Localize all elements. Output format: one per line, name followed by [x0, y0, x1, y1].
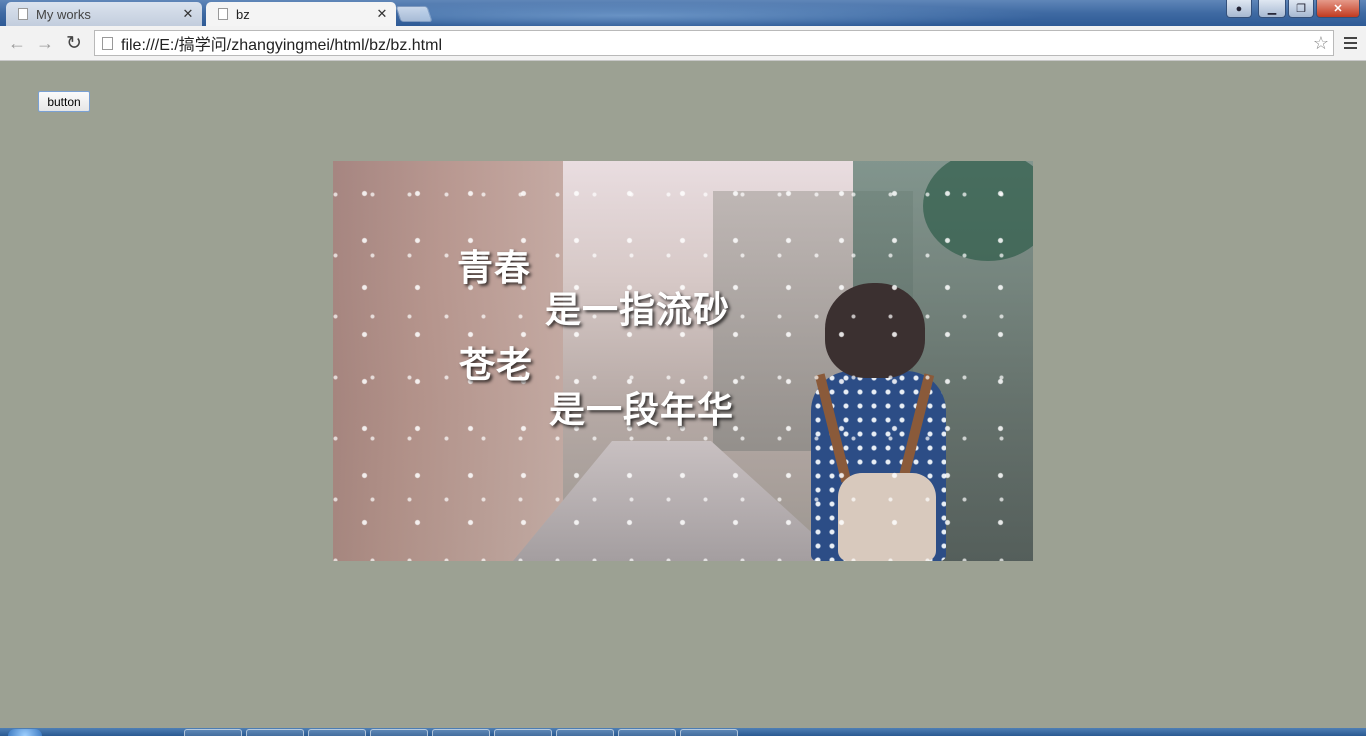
- taskbar-item[interactable]: [494, 729, 552, 736]
- browser-toolbar: ← → ↻ file:///E:/搞学问/zhangyingmei/html/b…: [0, 26, 1366, 61]
- start-button[interactable]: [8, 729, 42, 736]
- page-icon: [102, 36, 113, 50]
- browser-titlebar: My works ✕ bz ✕ ● ▁ ❐ ✕: [0, 0, 1366, 26]
- tab-title: bz: [236, 6, 250, 22]
- windows-taskbar: [0, 728, 1366, 736]
- taskbar-item[interactable]: [308, 729, 366, 736]
- poem-line: 苍老: [459, 345, 534, 386]
- tab-close-icon[interactable]: ✕: [180, 6, 196, 22]
- taskbar-item[interactable]: [184, 729, 242, 736]
- tab-my-works[interactable]: My works ✕: [6, 2, 202, 26]
- tab-bz[interactable]: bz ✕: [206, 2, 396, 26]
- image-snowflakes: [333, 161, 1033, 561]
- forward-arrow-icon[interactable]: →: [33, 31, 57, 55]
- new-tab-button[interactable]: [395, 6, 433, 22]
- poem-line: 青春: [457, 248, 532, 289]
- star-icon[interactable]: ☆: [1309, 33, 1333, 54]
- taskbar-item[interactable]: [246, 729, 304, 736]
- taskbar-item[interactable]: [680, 729, 738, 736]
- taskbar-item[interactable]: [618, 729, 676, 736]
- taskbar-item[interactable]: [432, 729, 490, 736]
- restore-button[interactable]: ❐: [1288, 0, 1314, 18]
- poem-line: 是一指流砂: [545, 290, 731, 331]
- poem-line: 是一段年华: [549, 390, 735, 431]
- banner-image: 青春 是一指流砂 苍老 是一段年华: [333, 161, 1033, 561]
- menu-icon[interactable]: [1338, 31, 1362, 55]
- page-button[interactable]: button: [38, 91, 90, 112]
- reload-icon[interactable]: ↻: [62, 31, 86, 55]
- minimize-button[interactable]: ▁: [1258, 0, 1286, 18]
- tab-title: My works: [36, 6, 91, 22]
- address-bar[interactable]: file:///E:/搞学问/zhangyingmei/html/bz/bz.h…: [94, 30, 1334, 56]
- tab-close-icon[interactable]: ✕: [374, 6, 390, 22]
- close-window-button[interactable]: ✕: [1316, 0, 1360, 18]
- page-icon: [218, 8, 228, 20]
- taskbar-item[interactable]: [556, 729, 614, 736]
- taskbar-item[interactable]: [370, 729, 428, 736]
- page-icon: [18, 8, 28, 20]
- user-profile-icon[interactable]: ●: [1226, 0, 1252, 18]
- address-bar-url[interactable]: file:///E:/搞学问/zhangyingmei/html/bz/bz.h…: [121, 31, 1309, 55]
- window-controls: ● ▁ ❐ ✕: [1226, 0, 1360, 18]
- back-arrow-icon[interactable]: ←: [5, 31, 29, 55]
